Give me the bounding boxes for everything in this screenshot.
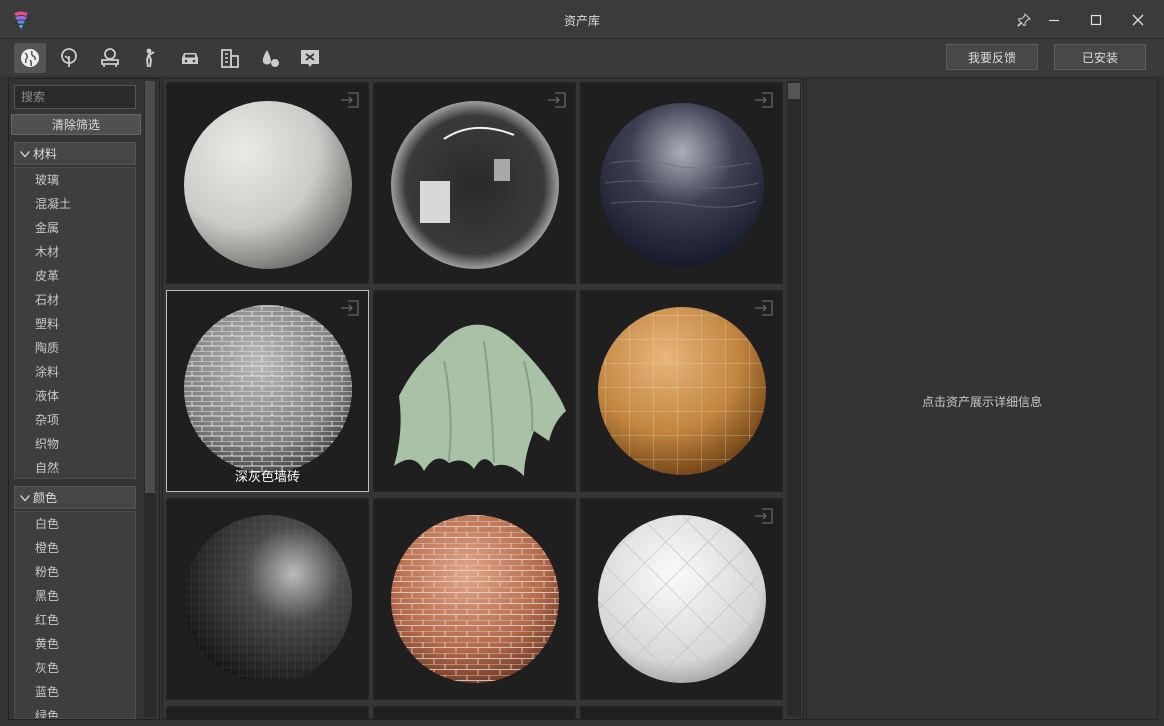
asset-tile-glass[interactable] bbox=[373, 82, 576, 284]
category-water[interactable] bbox=[254, 43, 286, 73]
list-item[interactable]: 红色 bbox=[15, 608, 135, 632]
grid-scroll-thumb[interactable] bbox=[788, 83, 800, 99]
dark-gray-brick-sphere-thumbnail bbox=[184, 305, 352, 473]
list-item[interactable]: 陶质 bbox=[15, 336, 135, 360]
pin-icon bbox=[1017, 13, 1031, 27]
asset-tile-dark-gray-brick[interactable]: 深灰色墙砖 bbox=[166, 290, 369, 492]
close-button[interactable] bbox=[1124, 8, 1152, 32]
category-furniture[interactable] bbox=[94, 43, 126, 73]
asset-tile-partial[interactable] bbox=[373, 706, 576, 719]
red-brick-sphere-thumbnail bbox=[391, 515, 559, 683]
furniture-icon bbox=[101, 48, 119, 67]
pin-button[interactable] bbox=[1010, 8, 1038, 32]
category-world[interactable] bbox=[14, 43, 46, 73]
category-board[interactable] bbox=[294, 43, 326, 73]
orange-tile-sphere-thumbnail bbox=[598, 307, 766, 475]
green-cloth-thumbnail bbox=[394, 324, 566, 476]
list-item[interactable]: 液体 bbox=[15, 384, 135, 408]
minimize-icon bbox=[1049, 19, 1059, 22]
list-item[interactable]: 黄色 bbox=[15, 632, 135, 656]
category-plant[interactable] bbox=[53, 43, 85, 73]
close-icon bbox=[1132, 14, 1144, 26]
asset-tile-green-cloth[interactable] bbox=[373, 290, 576, 492]
import-icon[interactable] bbox=[547, 91, 567, 109]
category-car[interactable] bbox=[174, 43, 206, 73]
list-item[interactable]: 杂项 bbox=[15, 408, 135, 432]
list-item[interactable]: 蓝色 bbox=[15, 680, 135, 704]
person-icon bbox=[145, 48, 155, 68]
material-list: 玻璃 混凝土 金属 木材 皮革 石材 塑料 陶质 涂料 液体 杂项 织物 自然 bbox=[14, 167, 136, 479]
feedback-button[interactable]: 我要反馈 bbox=[946, 44, 1038, 70]
asset-grid: 深灰色墙砖 bbox=[162, 78, 804, 720]
chevron-down-icon bbox=[20, 150, 30, 157]
list-item[interactable]: 橙色 bbox=[15, 536, 135, 560]
detail-placeholder-text: 点击资产展示详细信息 bbox=[921, 395, 1042, 409]
asset-tile-partial[interactable] bbox=[166, 706, 369, 719]
list-item[interactable]: 自然 bbox=[15, 456, 135, 478]
list-item[interactable]: 黑色 bbox=[15, 584, 135, 608]
minimize-button[interactable] bbox=[1040, 8, 1068, 32]
asset-tile-red-brick[interactable] bbox=[373, 498, 576, 700]
list-item[interactable]: 白色 bbox=[15, 512, 135, 536]
asset-tile-white-plaster[interactable] bbox=[166, 82, 369, 284]
board-icon bbox=[301, 50, 319, 67]
list-item[interactable]: 金属 bbox=[15, 216, 135, 240]
list-item[interactable]: 混凝土 bbox=[15, 192, 135, 216]
installed-button[interactable]: 已安装 bbox=[1054, 44, 1146, 70]
detail-panel: 点击资产展示详细信息 bbox=[806, 78, 1158, 720]
water-sphere-thumbnail bbox=[600, 103, 764, 267]
list-item[interactable]: 塑料 bbox=[15, 312, 135, 336]
maximize-button[interactable] bbox=[1082, 8, 1110, 32]
list-item[interactable]: 粉色 bbox=[15, 560, 135, 584]
list-item[interactable]: 皮革 bbox=[15, 264, 135, 288]
white-plaster-sphere-thumbnail bbox=[184, 101, 352, 269]
category-toolbar: 我要反馈 已安装 bbox=[0, 38, 1164, 76]
import-icon[interactable] bbox=[340, 299, 360, 317]
color-list: 白色 橙色 粉色 黑色 红色 黄色 灰色 蓝色 绿色 bbox=[14, 511, 136, 719]
glass-sphere-thumbnail bbox=[391, 101, 559, 269]
group-header-color[interactable]: 颜色 bbox=[14, 486, 136, 509]
world-icon bbox=[21, 49, 39, 67]
sidebar-scrollbar[interactable] bbox=[144, 81, 156, 717]
list-item[interactable]: 石材 bbox=[15, 288, 135, 312]
category-person[interactable] bbox=[134, 43, 166, 73]
asset-tile-orange-tile[interactable] bbox=[580, 290, 783, 492]
chevron-down-icon bbox=[20, 494, 30, 501]
asset-library-window: 资产库 我要反馈 已安装 搜索 清除筛选 材料 玻璃 混凝土 金属 木材 皮革 … bbox=[0, 0, 1164, 726]
title-bar: 资产库 bbox=[0, 0, 1164, 38]
water-drop-icon bbox=[262, 50, 279, 67]
list-item[interactable]: 绿色 bbox=[15, 704, 135, 718]
asset-label: 深灰色墙砖 bbox=[234, 470, 300, 485]
maximize-icon bbox=[1090, 14, 1102, 26]
building-icon bbox=[221, 49, 239, 68]
car-icon bbox=[182, 53, 198, 64]
list-item[interactable]: 织物 bbox=[15, 432, 135, 456]
list-item[interactable]: 玻璃 bbox=[15, 168, 135, 192]
group-title: 材料 bbox=[33, 147, 58, 161]
import-icon[interactable] bbox=[340, 91, 360, 109]
asset-tile-partial[interactable] bbox=[580, 706, 783, 719]
filter-sidebar: 清除筛选 材料 玻璃 混凝土 金属 木材 皮革 石材 塑料 陶质 涂料 液体 杂… bbox=[8, 78, 160, 720]
search-input[interactable] bbox=[14, 85, 136, 109]
import-icon[interactable] bbox=[754, 507, 774, 525]
asset-tile-white-diamond[interactable] bbox=[580, 498, 783, 700]
group-title: 颜色 bbox=[33, 491, 58, 505]
sidebar-scroll-thumb[interactable] bbox=[145, 81, 155, 493]
category-building[interactable] bbox=[214, 43, 246, 73]
list-item[interactable]: 木材 bbox=[15, 240, 135, 264]
black-mosaic-sphere-thumbnail bbox=[184, 515, 352, 683]
window-title: 资产库 bbox=[563, 14, 600, 28]
asset-tile-black-mosaic[interactable] bbox=[166, 498, 369, 700]
group-header-material[interactable]: 材料 bbox=[14, 142, 136, 165]
list-item[interactable]: 灰色 bbox=[15, 656, 135, 680]
list-item[interactable]: 涂料 bbox=[15, 360, 135, 384]
import-icon[interactable] bbox=[754, 91, 774, 109]
asset-tile-water[interactable] bbox=[580, 82, 783, 284]
clear-filter-button[interactable]: 清除筛选 bbox=[11, 114, 141, 135]
import-icon[interactable] bbox=[754, 299, 774, 317]
plant-icon bbox=[61, 48, 77, 67]
grid-scrollbar[interactable] bbox=[787, 81, 801, 717]
white-diamond-tile-sphere-thumbnail bbox=[598, 515, 766, 683]
